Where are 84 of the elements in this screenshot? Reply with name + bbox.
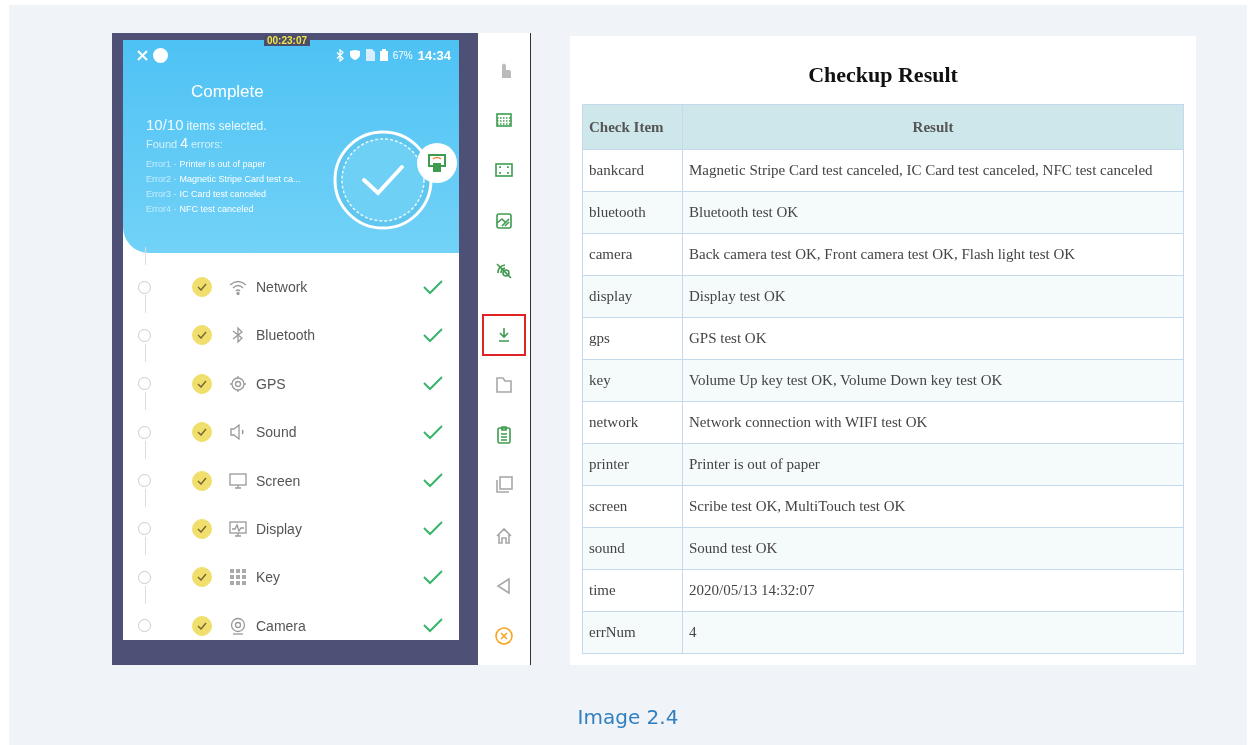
checkbox[interactable] (192, 518, 212, 539)
sim-icon (365, 49, 375, 61)
table-cell: 2020/05/13 14:32:07 (682, 569, 1184, 612)
found-suffix: errors: (191, 138, 223, 150)
download-icon[interactable] (482, 313, 526, 356)
tick-icon (197, 283, 207, 291)
column-header: Check Item (582, 104, 683, 150)
table-cell: gps (582, 317, 683, 360)
table-cell: sound (582, 527, 683, 570)
table-cell: camera (582, 233, 683, 276)
tick-icon (197, 331, 207, 340)
tick-icon (197, 476, 207, 485)
checkbox[interactable] (192, 470, 212, 491)
table-cell: network (582, 401, 683, 444)
battery-level: 67% (392, 49, 413, 61)
error-code: Error4 - (146, 203, 177, 216)
table-cell: 4 (682, 611, 1184, 654)
test-item-label: GPS (256, 375, 287, 392)
display-icon (229, 519, 247, 538)
circle-icon (153, 47, 168, 63)
table-cell: GPS test OK (682, 317, 1184, 360)
test-item-label: Bluetooth (256, 327, 317, 344)
table-cell: display (582, 275, 683, 318)
test-item-label: Camera (256, 617, 307, 634)
checkbox[interactable] (192, 615, 212, 636)
speaker-icon (229, 423, 247, 442)
shield-icon (348, 49, 361, 61)
test-item-label: Key (256, 569, 282, 586)
error-message: NFC test canceled (179, 203, 254, 216)
table-cell: Magnetic Stripe Card test canceled, IC Card test canceled, NFC test canceled (682, 149, 1184, 192)
test-item-label: Network (256, 279, 309, 295)
battery-icon (379, 49, 388, 61)
error-message: IC Card test canceled (179, 188, 267, 201)
error-message: Printer is out of paper (179, 158, 266, 171)
table-cell: time (582, 569, 683, 612)
error-message: Magnetic Stripe Card test ca... (179, 173, 301, 186)
bluetooth-icon (335, 48, 344, 62)
tick-icon (197, 524, 207, 533)
tick-icon (197, 379, 207, 388)
check-circle-icon (333, 130, 433, 230)
error-count: 4 (180, 135, 188, 151)
table-cell: Sound test OK (682, 527, 1184, 570)
result-title: Complete (191, 82, 265, 102)
checkbox[interactable] (192, 325, 212, 346)
checkbox[interactable] (192, 567, 212, 588)
checkbox[interactable] (192, 277, 212, 297)
selected-text: items selected. (186, 119, 267, 133)
table-cell: bluetooth (582, 191, 683, 234)
monitor-icon (229, 471, 247, 490)
table-cell: Volume Up key test OK, Volume Down key test OK (682, 359, 1184, 402)
keypad-icon (229, 568, 247, 587)
test-item-label: Sound (256, 424, 298, 441)
wifi-icon (229, 278, 247, 296)
selected-count: 10/10 (146, 116, 184, 133)
tick-icon (197, 428, 207, 437)
recording-timer: 00:23:07 (264, 35, 311, 46)
table-cell: bankcard (582, 149, 683, 192)
table-cell: Printer is out of paper (682, 443, 1184, 486)
table-cell: Back camera test OK, Front camera test OK, Flash light test OK (682, 233, 1184, 276)
table-cell: printer (582, 443, 683, 486)
table-cell: Network connection with WIFI test OK (682, 401, 1184, 444)
status-time: 14:34 (417, 47, 451, 63)
column-header: Result (682, 104, 1184, 150)
error-code: Error3 - (146, 188, 177, 201)
test-item-label: Display (256, 520, 303, 537)
error-code: Error2 - (146, 173, 177, 186)
target-icon (229, 374, 247, 393)
checkup-title: Checkup Result (807, 62, 959, 88)
printer-icon (417, 143, 457, 183)
checkbox[interactable] (192, 373, 212, 394)
table-cell: Bluetooth test OK (682, 191, 1184, 234)
checkbox[interactable] (192, 422, 212, 443)
image-caption: Image 2.4 (576, 705, 680, 729)
tick-icon (197, 621, 207, 630)
table-cell: Display test OK (682, 275, 1184, 318)
table-cell: key (582, 359, 683, 402)
table-cell: screen (582, 485, 683, 528)
found-label: Found (146, 138, 178, 150)
table-cell: errNum (582, 611, 683, 654)
error-code: Error1 - (146, 158, 177, 171)
camera-icon (229, 616, 247, 635)
table-cell: Scribe test OK, MultiTouch test OK (682, 485, 1184, 528)
tick-icon (197, 573, 207, 582)
test-item-label: Screen (256, 472, 302, 489)
